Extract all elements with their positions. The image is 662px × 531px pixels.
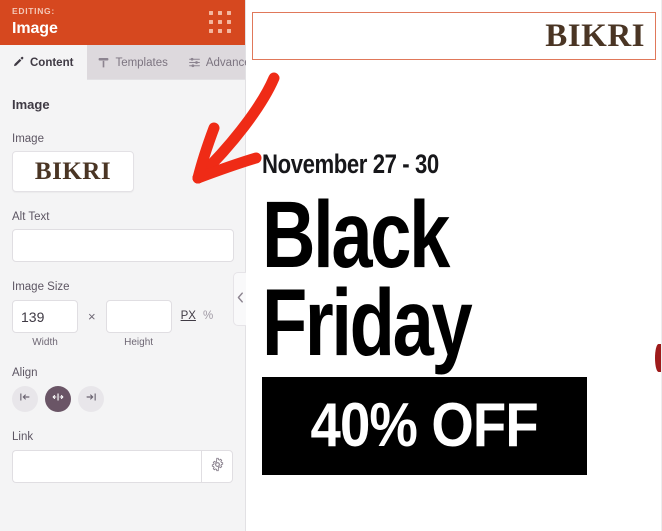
- align-right-icon: [84, 390, 98, 409]
- size-separator: ×: [88, 309, 96, 324]
- image-thumbnail-text: BIKRI: [34, 158, 112, 185]
- link-label: Link: [12, 431, 34, 443]
- gear-icon: [210, 457, 225, 477]
- tab-content[interactable]: Content: [0, 45, 88, 80]
- image-size-row: Width × Height PX %: [12, 300, 233, 348]
- promo-headline-line2: Friday: [262, 269, 473, 376]
- height-input[interactable]: [105, 300, 172, 333]
- section-heading: Image: [12, 97, 50, 112]
- image-thumbnail[interactable]: BIKRI: [12, 151, 134, 192]
- image-size-label: Image Size: [12, 281, 70, 293]
- tab-content-label: Content: [30, 56, 74, 69]
- alt-text-input[interactable]: [12, 229, 234, 262]
- image-field-label: Image: [12, 133, 44, 145]
- tab-templates[interactable]: Templates: [87, 45, 177, 80]
- link-input[interactable]: [12, 450, 202, 483]
- panel-collapse-button[interactable]: [233, 272, 246, 326]
- align-right-button[interactable]: [78, 386, 104, 412]
- promo-content: November 27 - 30 Black Friday 40% OFF: [262, 149, 642, 476]
- stamp-icon: [97, 56, 110, 69]
- tab-templates-label: Templates: [115, 56, 168, 69]
- align-center-icon: [51, 390, 65, 409]
- promo-date: November 27 - 30: [262, 149, 439, 179]
- width-caption: Width: [32, 337, 58, 348]
- link-settings-button[interactable]: [201, 450, 233, 483]
- height-caption: Height: [124, 337, 154, 348]
- align-center-button[interactable]: [45, 386, 71, 412]
- pencil-icon: [12, 56, 25, 69]
- align-left-button[interactable]: [12, 386, 38, 412]
- link-row: [12, 450, 233, 483]
- panel-body: Image Image BIKRI Alt Text Image Size Wi…: [0, 80, 245, 483]
- unit-toggle: PX %: [181, 300, 214, 333]
- preview-logo-text: BIKRI: [545, 17, 645, 54]
- selected-image-block[interactable]: BIKRI: [252, 12, 656, 60]
- align-label: Align: [12, 367, 38, 379]
- promo-offer-text: 40% OFF: [310, 391, 539, 461]
- width-group: Width: [12, 300, 78, 348]
- promo-offer-banner: 40% OFF: [262, 377, 587, 476]
- promo-headline: Black Friday: [262, 188, 558, 376]
- align-group: [12, 386, 233, 412]
- align-left-icon: [18, 390, 32, 409]
- height-group: Height: [105, 300, 172, 348]
- editor-root: EDITING: Image Content Templates Advance…: [0, 0, 662, 531]
- width-input[interactable]: [12, 300, 78, 333]
- sliders-icon: [188, 56, 201, 69]
- settings-panel: EDITING: Image Content Templates Advance…: [0, 0, 257, 531]
- panel-tabs: Content Templates Advanced: [0, 45, 257, 80]
- unit-percent[interactable]: %: [203, 300, 213, 333]
- grid-dots-icon[interactable]: [209, 11, 233, 33]
- unit-px[interactable]: PX: [181, 300, 196, 333]
- panel-header: EDITING: Image: [0, 0, 245, 45]
- alt-text-label: Alt Text: [12, 211, 50, 223]
- chevron-left-icon: [237, 290, 244, 308]
- page-title: Image: [12, 20, 58, 37]
- preview-canvas: BIKRI November 27 - 30 Black Friday 40% …: [246, 0, 662, 531]
- editing-eyebrow: EDITING:: [12, 6, 55, 16]
